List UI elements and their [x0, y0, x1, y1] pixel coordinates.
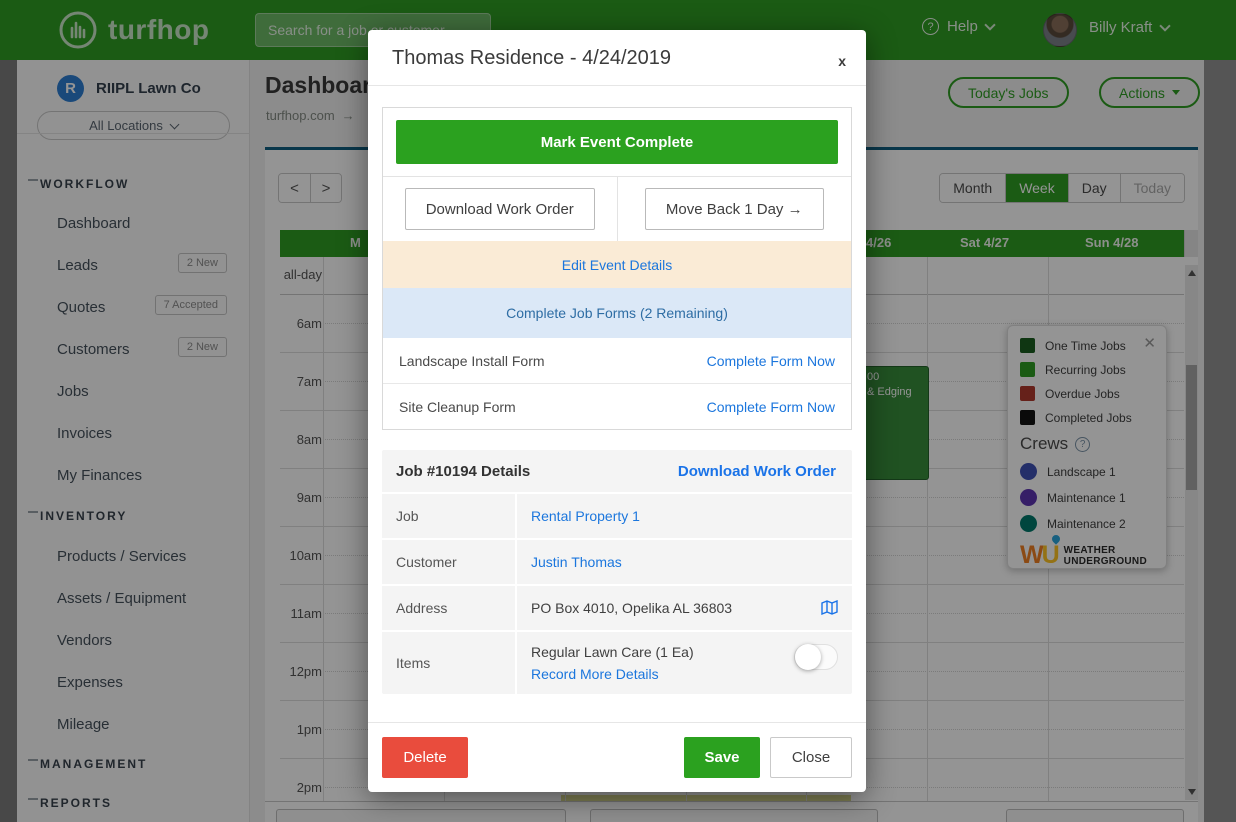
complete-form-now-link[interactable]: Complete Form Now — [707, 353, 835, 369]
row-label: Job — [382, 494, 517, 538]
job-link[interactable]: Rental Property 1 — [531, 508, 640, 524]
item-text: Regular Lawn Care (1 Ea) — [531, 644, 694, 660]
event-modal: Thomas Residence - 4/24/2019 x Mark Even… — [368, 30, 866, 792]
map-icon[interactable] — [821, 600, 838, 615]
form-row-landscape-install: Landscape Install Form Complete Form Now — [383, 338, 851, 384]
record-more-details-link[interactable]: Record More Details — [531, 666, 659, 682]
job-details-table: Job #10194 Details Download Work Order J… — [382, 450, 852, 694]
modal-title: Thomas Residence - 4/24/2019 — [392, 47, 671, 70]
row-label: Address — [382, 586, 517, 630]
secondary-actions-row: Download Work Order Move Back 1 Day → — [383, 177, 851, 241]
modal-footer-divider — [368, 722, 866, 723]
item-toggle[interactable] — [794, 644, 838, 670]
address-text: PO Box 4010, Opelika AL 36803 — [531, 600, 732, 616]
save-button[interactable]: Save — [684, 737, 760, 778]
download-work-order-button[interactable]: Download Work Order — [405, 188, 595, 230]
event-actions-box: Mark Event Complete Download Work Order … — [382, 107, 852, 430]
close-button[interactable]: Close — [770, 737, 852, 778]
edit-event-details-link[interactable]: Edit Event Details — [383, 241, 851, 288]
job-details-header: Job #10194 Details Download Work Order — [382, 450, 852, 494]
download-work-order-link[interactable]: Download Work Order — [678, 463, 836, 480]
complete-form-now-link[interactable]: Complete Form Now — [707, 399, 835, 415]
table-row-items: Items Regular Lawn Care (1 Ea) Record Mo… — [382, 632, 852, 694]
row-label: Items — [382, 632, 517, 694]
form-row-site-cleanup: Site Cleanup Form Complete Form Now — [383, 384, 851, 430]
table-row-job: Job Rental Property 1 — [382, 494, 852, 540]
form-name: Landscape Install Form — [399, 353, 545, 369]
job-details-title: Job #10194 Details — [396, 463, 530, 480]
row-label: Customer — [382, 540, 517, 584]
mark-event-complete-button[interactable]: Mark Event Complete — [396, 120, 838, 164]
table-row-customer: Customer Justin Thomas — [382, 540, 852, 586]
move-back-button[interactable]: Move Back 1 Day → — [645, 188, 824, 230]
table-row-address: Address PO Box 4010, Opelika AL 36803 — [382, 586, 852, 632]
toggle-knob — [795, 644, 821, 670]
complete-job-forms-link[interactable]: Complete Job Forms (2 Remaining) — [383, 288, 851, 338]
customer-link[interactable]: Justin Thomas — [531, 554, 622, 570]
delete-button[interactable]: Delete — [382, 737, 468, 778]
form-name: Site Cleanup Form — [399, 399, 516, 415]
modal-close-icon[interactable]: x — [838, 54, 846, 68]
modal-header-divider — [368, 85, 866, 86]
